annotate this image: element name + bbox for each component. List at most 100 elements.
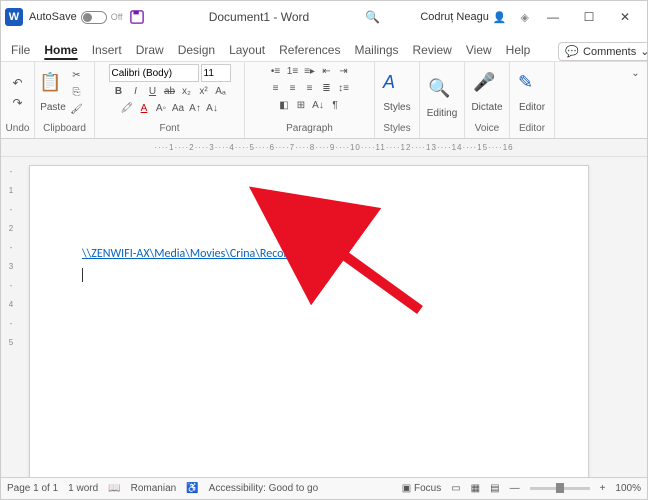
font-name-select[interactable] bbox=[109, 64, 199, 82]
zoom-level[interactable]: 100% bbox=[615, 483, 641, 494]
tab-insert[interactable]: Insert bbox=[92, 39, 122, 61]
word-app-icon: W bbox=[5, 8, 23, 26]
titlebar: W AutoSave Off Document1 - Word 🔍 Codruț… bbox=[1, 1, 647, 33]
tab-review[interactable]: Review bbox=[413, 39, 452, 61]
tab-view[interactable]: View bbox=[466, 39, 492, 61]
focus-button[interactable]: ▣ Focus bbox=[402, 483, 441, 494]
tab-file[interactable]: File bbox=[11, 39, 30, 61]
paragraph-label: Paragraph bbox=[249, 121, 370, 136]
vertical-ruler[interactable]: -1-2-3-4-5 bbox=[1, 157, 21, 477]
underline-button[interactable]: U bbox=[145, 84, 160, 99]
hyperlink-text[interactable]: \\ZENWIFI-AX\Media\Movies\Crina\Recordin… bbox=[82, 247, 313, 261]
align-left-button[interactable]: ≡ bbox=[268, 81, 283, 96]
text-cursor bbox=[82, 268, 536, 282]
status-words[interactable]: 1 word bbox=[68, 483, 98, 494]
undo-icon[interactable]: ↶ bbox=[9, 74, 27, 92]
tab-layout[interactable]: Layout bbox=[229, 39, 265, 61]
font-size-select[interactable] bbox=[201, 64, 231, 82]
line-spacing-button[interactable]: ↕≡ bbox=[336, 81, 351, 96]
spellcheck-icon[interactable]: 📖 bbox=[108, 483, 120, 494]
bold-button[interactable]: B bbox=[111, 84, 126, 99]
font-color-button[interactable]: A bbox=[137, 101, 152, 116]
autosave-state: Off bbox=[111, 12, 123, 22]
horizontal-ruler[interactable]: ····1····2····3····4····5····6····7····8… bbox=[21, 139, 647, 156]
accessibility-icon: ♿ bbox=[186, 483, 198, 494]
view-read-icon[interactable]: ▭ bbox=[451, 483, 460, 494]
user-name-area[interactable]: Codruț Neagu 👤 bbox=[420, 11, 506, 24]
justify-button[interactable]: ≣ bbox=[319, 81, 334, 96]
word-window: W AutoSave Off Document1 - Word 🔍 Codruț… bbox=[0, 0, 648, 500]
multilevel-button[interactable]: ≡▸ bbox=[302, 64, 317, 79]
premium-icon[interactable]: ◈ bbox=[521, 11, 529, 24]
tab-mailings[interactable]: Mailings bbox=[354, 39, 398, 61]
cut-icon[interactable]: ✂ bbox=[69, 68, 84, 83]
view-print-icon[interactable]: ▦ bbox=[471, 483, 480, 494]
superscript-button[interactable]: x² bbox=[196, 84, 211, 99]
close-button[interactable]: ✕ bbox=[607, 3, 643, 31]
page-scroll-area[interactable]: \\ZENWIFI-AX\Media\Movies\Crina\Recordin… bbox=[21, 157, 647, 477]
autosave-toggle[interactable]: AutoSave Off bbox=[29, 11, 123, 24]
grow-font-button[interactable]: A↑ bbox=[188, 101, 203, 116]
shrink-font-button[interactable]: A↓ bbox=[205, 101, 220, 116]
horizontal-ruler-area: ····1····2····3····4····5····6····7····8… bbox=[1, 139, 647, 157]
zoom-slider[interactable] bbox=[530, 487, 590, 490]
status-bar: Page 1 of 1 1 word 📖 Romanian ♿ Accessib… bbox=[1, 477, 647, 499]
borders-button[interactable]: ⊞ bbox=[294, 98, 309, 113]
clear-format-button[interactable]: A◦ bbox=[154, 101, 169, 116]
document-title: Document1 - Word bbox=[153, 10, 366, 24]
tab-references[interactable]: References bbox=[279, 39, 340, 61]
show-marks-button[interactable]: ¶ bbox=[328, 98, 343, 113]
numbering-button[interactable]: 1≡ bbox=[285, 64, 300, 79]
styles-icon: A bbox=[383, 72, 411, 100]
shading-button[interactable]: ◧ bbox=[277, 98, 292, 113]
chevron-down-icon: ⌄ bbox=[640, 45, 648, 58]
tab-draw[interactable]: Draw bbox=[136, 39, 164, 61]
text-effects-button[interactable]: Aₐ bbox=[213, 84, 228, 99]
tab-design[interactable]: Design bbox=[178, 39, 215, 61]
highlight-button[interactable]: 🖍 bbox=[120, 101, 135, 116]
subscript-button[interactable]: x₂ bbox=[179, 84, 194, 99]
tab-home[interactable]: Home bbox=[44, 39, 77, 61]
increase-indent-button[interactable]: ⇥ bbox=[336, 64, 351, 79]
comments-button[interactable]: 💬 Comments ⌄ bbox=[558, 42, 648, 61]
styles-button[interactable]: A Styles bbox=[379, 64, 415, 121]
change-case-button[interactable]: Aa bbox=[171, 101, 186, 116]
tab-help[interactable]: Help bbox=[506, 39, 531, 61]
format-painter-icon[interactable]: 🖌 bbox=[69, 102, 84, 117]
save-icon[interactable] bbox=[129, 9, 145, 25]
font-label: Font bbox=[99, 121, 240, 136]
sort-button[interactable]: A↓ bbox=[311, 98, 326, 113]
editing-button[interactable]: 🔍 Editing bbox=[424, 64, 460, 132]
view-web-icon[interactable]: ▤ bbox=[490, 483, 499, 494]
autosave-switch[interactable] bbox=[81, 11, 107, 24]
strike-button[interactable]: ab bbox=[162, 84, 177, 99]
italic-button[interactable]: I bbox=[128, 84, 143, 99]
maximize-button[interactable]: ☐ bbox=[571, 3, 607, 31]
paste-button[interactable]: 📋 Paste bbox=[39, 72, 67, 113]
focus-icon: ▣ bbox=[402, 483, 411, 494]
align-right-button[interactable]: ≡ bbox=[302, 81, 317, 96]
document-page[interactable]: \\ZENWIFI-AX\Media\Movies\Crina\Recordin… bbox=[29, 165, 589, 477]
editor-label: Editor bbox=[514, 121, 550, 136]
editor-button[interactable]: ✎ Editor bbox=[514, 64, 550, 121]
status-accessibility[interactable]: Accessibility: Good to go bbox=[209, 483, 319, 494]
bullets-button[interactable]: •≡ bbox=[268, 64, 283, 79]
autosave-label: AutoSave bbox=[29, 11, 77, 23]
status-page[interactable]: Page 1 of 1 bbox=[7, 483, 58, 494]
styles-label: Styles bbox=[379, 121, 415, 136]
clipboard-label: Clipboard bbox=[39, 121, 90, 136]
copy-icon[interactable]: ⎘ bbox=[69, 85, 84, 100]
ribbon: ↶ ↷ Undo 📋 Paste ✂ ⎘ 🖌 Clipboard bbox=[1, 61, 647, 139]
dictate-button[interactable]: 🎤 Dictate bbox=[469, 64, 505, 121]
minimize-button[interactable]: — bbox=[535, 3, 571, 31]
align-center-button[interactable]: ≡ bbox=[285, 81, 300, 96]
redo-icon[interactable]: ↷ bbox=[9, 94, 27, 112]
clipboard-icon: 📋 bbox=[39, 72, 67, 100]
mic-icon: 🎤 bbox=[473, 72, 501, 100]
decrease-indent-button[interactable]: ⇤ bbox=[319, 64, 334, 79]
search-icon[interactable]: 🔍 bbox=[365, 10, 380, 24]
status-language[interactable]: Romanian bbox=[131, 483, 177, 494]
ribbon-collapse-icon[interactable]: ⌄ bbox=[628, 66, 643, 81]
zoom-in-button[interactable]: + bbox=[600, 483, 606, 494]
zoom-out-button[interactable]: — bbox=[510, 483, 520, 494]
